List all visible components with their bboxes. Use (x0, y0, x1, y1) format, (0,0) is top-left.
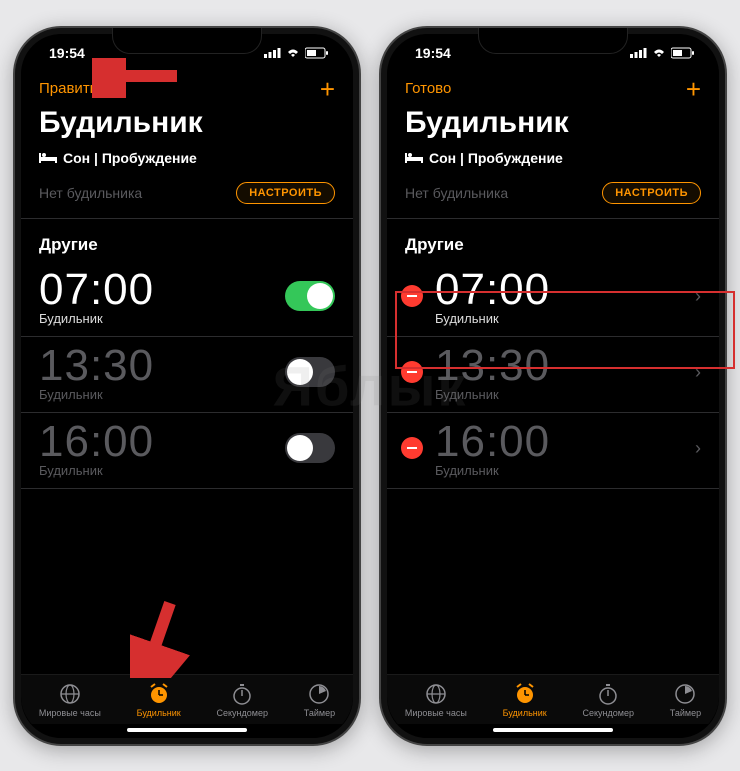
delete-button[interactable] (401, 437, 423, 459)
tab-stopwatch[interactable]: Секундомер (217, 683, 268, 718)
alarm-row[interactable]: 07:00 Будильник (21, 261, 353, 337)
others-header: Другие (21, 219, 353, 261)
alarm-time: 13:30 (39, 343, 285, 389)
stopwatch-icon (597, 683, 619, 705)
setup-button[interactable]: НАСТРОИТЬ (602, 182, 701, 204)
home-indicator (493, 728, 613, 732)
alarm-row-edit[interactable]: 16:00 Будильник › (387, 413, 719, 489)
alarm-row[interactable]: 16:00 Будильник (21, 413, 353, 489)
alarm-toggle[interactable] (285, 281, 335, 311)
tab-label: Мировые часы (405, 708, 467, 718)
alarm-icon (514, 683, 536, 705)
alarm-toggle[interactable] (285, 433, 335, 463)
alarm-label: Будильник (39, 311, 285, 326)
tab-world-clock[interactable]: Мировые часы (405, 683, 467, 718)
timer-icon (308, 683, 330, 705)
alarm-row-edit[interactable]: 07:00 Будильник › (387, 261, 719, 337)
alarm-icon (148, 683, 170, 705)
screen-left: 19:54 Править + Будильник (21, 34, 353, 738)
no-alarm-text: Нет будильника (39, 185, 142, 201)
screen-right: 19:54 Готово + Будильник (387, 34, 719, 738)
done-button[interactable]: Готово (405, 80, 451, 97)
alarm-time: 16:00 (39, 419, 285, 465)
alarm-label: Будильник (435, 311, 687, 326)
alarm-label: Будильник (435, 463, 687, 478)
status-icons (630, 47, 695, 59)
add-alarm-button[interactable]: + (686, 76, 701, 102)
nav-bar: Готово + (387, 72, 719, 104)
tab-label: Таймер (670, 708, 701, 718)
stopwatch-icon (231, 683, 253, 705)
tab-alarm[interactable]: Будильник (137, 683, 181, 718)
alarm-label: Будильник (39, 387, 285, 402)
tab-alarm[interactable]: Будильник (503, 683, 547, 718)
sleep-row: Нет будильника НАСТРОИТЬ (21, 172, 353, 219)
tab-label: Таймер (304, 708, 335, 718)
others-header: Другие (387, 219, 719, 261)
alarm-row[interactable]: 13:30 Будильник (21, 337, 353, 413)
delete-button[interactable] (401, 361, 423, 383)
alarm-label: Будильник (435, 387, 687, 402)
tab-label: Секундомер (217, 708, 268, 718)
setup-button[interactable]: НАСТРОИТЬ (236, 182, 335, 204)
bed-icon (39, 150, 57, 166)
chevron-right-icon: › (695, 362, 701, 383)
home-indicator (127, 728, 247, 732)
alarm-label: Будильник (39, 463, 285, 478)
phone-left: 19:54 Править + Будильник (13, 26, 361, 746)
status-time: 19:54 (49, 45, 85, 61)
battery-icon (671, 47, 695, 59)
sleep-section-label: Сон | Пробуждение (429, 150, 563, 166)
notch (478, 28, 628, 54)
wifi-icon (651, 47, 667, 58)
tab-timer[interactable]: Таймер (670, 683, 701, 718)
sleep-section-header: Сон | Пробуждение (21, 148, 353, 172)
alarm-row-edit[interactable]: 13:30 Будильник › (387, 337, 719, 413)
chevron-right-icon: › (695, 438, 701, 459)
add-alarm-button[interactable]: + (320, 76, 335, 102)
tab-label: Мировые часы (39, 708, 101, 718)
tab-bar: Мировые часы Будильник Секундомер (387, 674, 719, 724)
alarm-time: 13:30 (435, 343, 687, 389)
screenshot-stage: 19:54 Править + Будильник (10, 10, 730, 761)
tab-world-clock[interactable]: Мировые часы (39, 683, 101, 718)
tab-label: Секундомер (583, 708, 634, 718)
tab-stopwatch[interactable]: Секундомер (583, 683, 634, 718)
no-alarm-text: Нет будильника (405, 185, 508, 201)
edit-button[interactable]: Править (39, 80, 98, 97)
cellular-icon (630, 47, 647, 58)
alarm-list: 07:00 Будильник › 13:30 Будильник › (387, 261, 719, 674)
tab-label: Будильник (503, 708, 547, 718)
phone-right: 19:54 Готово + Будильник (379, 26, 727, 746)
page-title: Будильник (21, 104, 353, 148)
battery-icon (305, 47, 329, 59)
tab-timer[interactable]: Таймер (304, 683, 335, 718)
chevron-right-icon: › (695, 286, 701, 307)
status-time: 19:54 (415, 45, 451, 61)
page-title: Будильник (387, 104, 719, 148)
alarm-time: 07:00 (435, 267, 687, 313)
cellular-icon (264, 47, 281, 58)
globe-icon (425, 683, 447, 705)
alarm-list: 07:00 Будильник 13:30 Будильник 16:00 (21, 261, 353, 674)
alarm-time: 16:00 (435, 419, 687, 465)
notch (112, 28, 262, 54)
status-icons (264, 47, 329, 59)
alarm-time: 07:00 (39, 267, 285, 313)
tab-bar: Мировые часы Будильник Секундомер (21, 674, 353, 724)
alarm-toggle[interactable] (285, 357, 335, 387)
timer-icon (674, 683, 696, 705)
wifi-icon (285, 47, 301, 58)
sleep-row: Нет будильника НАСТРОИТЬ (387, 172, 719, 219)
delete-button[interactable] (401, 285, 423, 307)
nav-bar: Править + (21, 72, 353, 104)
bed-icon (405, 150, 423, 166)
tab-label: Будильник (137, 708, 181, 718)
sleep-section-label: Сон | Пробуждение (63, 150, 197, 166)
sleep-section-header: Сон | Пробуждение (387, 148, 719, 172)
globe-icon (59, 683, 81, 705)
